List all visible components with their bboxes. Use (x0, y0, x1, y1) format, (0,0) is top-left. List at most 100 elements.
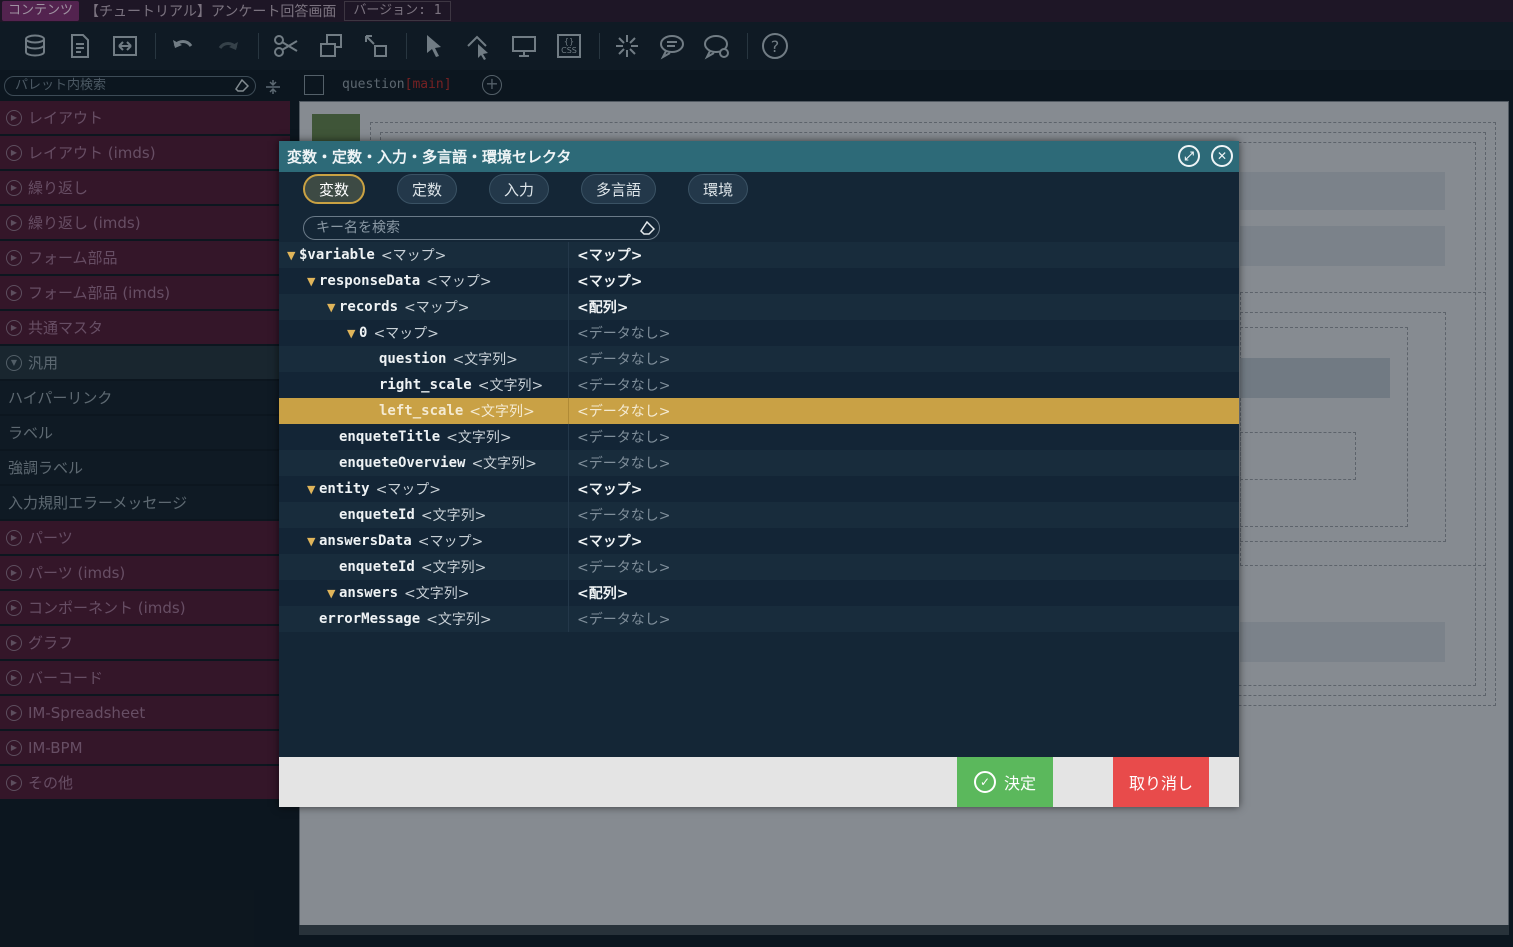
comment-icon[interactable] (655, 29, 689, 63)
palette-category[interactable]: ▶ 繰り返し (imds) (0, 206, 290, 239)
expand-triangle-icon[interactable]: ▼ (307, 535, 319, 548)
palette-category[interactable]: ▶ IM-BPM (0, 731, 290, 764)
palette-category[interactable]: ▶ パーツ (imds) (0, 556, 290, 589)
panel-toggle-icon[interactable] (304, 75, 324, 95)
palette-category[interactable]: ▶ パーツ (0, 521, 290, 554)
variable-tree: ▼ $variable <マップ> <マップ> ▼ responseData <マップ> <マ… (279, 242, 1239, 632)
palette-entry[interactable]: 入力規則エラーメッセージ (0, 486, 290, 519)
tree-row[interactable]: enqueteId <文字列> <データなし> (279, 554, 1239, 580)
selector-tab[interactable]: 環境 (688, 174, 749, 204)
tree-row[interactable]: ▼ answersData <マップ> <マップ> (279, 528, 1239, 554)
tree-value-cell: <データなし> (577, 404, 671, 420)
target-icon[interactable] (462, 29, 496, 63)
selector-tab[interactable]: 定数 (397, 174, 458, 204)
palette-label: ラベル (8, 424, 54, 442)
tree-row[interactable]: errorMessage <文字列> <データなし> (279, 606, 1239, 632)
layout-frame (1240, 432, 1356, 480)
palette-category[interactable]: ▶ コンポーネント (imds) (0, 591, 290, 624)
tree-row[interactable]: ▼ entity <マップ> <マップ> (279, 476, 1239, 502)
expand-triangle-icon[interactable]: ▼ (287, 249, 299, 262)
css-icon[interactable]: CSS{} (552, 29, 586, 63)
palette-entry[interactable]: 強調ラベル (0, 451, 290, 484)
palette-category[interactable]: ▶ レイアウト (0, 101, 290, 134)
tree-row[interactable]: ▼ responseData <マップ> <マップ> (279, 268, 1239, 294)
undo-icon[interactable] (166, 29, 200, 63)
expand-triangle-icon[interactable]: ▼ (307, 275, 319, 288)
expand-triangle-icon[interactable]: ▼ (347, 327, 359, 340)
palette-label: ハイパーリンク (8, 389, 113, 407)
palette-search-input[interactable]: パレット内検索 (4, 76, 256, 96)
tree-row[interactable]: ▼ records <マップ> <配列> (279, 294, 1239, 320)
expand-icon[interactable]: ⤢ (1178, 145, 1200, 167)
palette-category[interactable]: ▶ IM-Spreadsheet (0, 696, 290, 729)
move-icon[interactable] (359, 29, 393, 63)
selector-tabs: 変数 定数 入力 多言語 環境 (303, 174, 780, 204)
database-icon[interactable] (18, 29, 52, 63)
select-icon[interactable] (417, 29, 451, 63)
tree-row[interactable]: left_scale <文字列> <データなし> (279, 398, 1239, 424)
key-search-input[interactable]: キー名を検索 (303, 216, 660, 240)
tree-key-cell: ▼ 0 <マップ> (279, 320, 569, 346)
new-file-icon[interactable] (63, 29, 97, 63)
toolbar-separator (599, 33, 600, 59)
tree-key-name: enqueteOverview (339, 455, 466, 471)
tree-value-cell: <マップ> (577, 482, 643, 498)
palette-category[interactable]: ▶ フォーム部品 (0, 241, 290, 274)
tree-key-cell: ▼ responseData <マップ> (279, 268, 569, 294)
monitor-icon[interactable] (507, 29, 541, 63)
tree-row[interactable]: question <文字列> <データなし> (279, 346, 1239, 372)
palette-search-placeholder: パレット内検索 (15, 78, 107, 93)
close-icon[interactable]: ✕ (1211, 145, 1233, 167)
tree-row[interactable]: right_scale <文字列> <データなし> (279, 372, 1239, 398)
cut-icon[interactable] (269, 29, 303, 63)
palette-category[interactable]: ▶ 共通マスタ (0, 311, 290, 344)
palette-category[interactable]: ▶ 繰り返し (0, 171, 290, 204)
tree-key-type: <文字列> (420, 508, 487, 524)
eraser-icon[interactable] (235, 79, 249, 93)
editor-tab[interactable]: question[main] (342, 77, 452, 92)
expand-triangle-icon[interactable]: ▼ (307, 483, 319, 496)
main-toolbar: CSS{} ? (0, 22, 1513, 70)
help-icon[interactable]: ? (758, 29, 792, 63)
palette-category[interactable]: ▼ 汎用 (0, 346, 290, 379)
tree-key-type: <マップ> (380, 248, 447, 264)
ok-button[interactable]: ✓ 決定 (957, 757, 1053, 807)
toolbar-separator (406, 33, 407, 59)
cancel-button[interactable]: 取り消し (1113, 757, 1209, 807)
palette-category[interactable]: ▶ バーコード (0, 661, 290, 694)
tree-key-cell: ▼ $variable <マップ> (279, 242, 569, 268)
tree-row[interactable]: enqueteOverview <文字列> <データなし> (279, 450, 1239, 476)
collapsed-arrow-icon: ▶ (6, 774, 22, 791)
tab-name: question (342, 77, 405, 92)
palette-category[interactable]: ▶ グラフ (0, 626, 290, 659)
palette-category[interactable]: ▶ レイアウト (imds) (0, 136, 290, 169)
copy-icon[interactable] (314, 29, 348, 63)
add-tab-icon[interactable]: + (482, 75, 502, 95)
palette-entry[interactable]: ハイパーリンク (0, 381, 290, 414)
tree-row[interactable]: ▼ 0 <マップ> <データなし> (279, 320, 1239, 346)
palette-category[interactable]: ▶ その他 (0, 766, 290, 799)
tree-value-cell: <データなし> (577, 378, 671, 394)
canvas-scrollbar[interactable] (299, 925, 1509, 935)
selector-tab[interactable]: 入力 (489, 174, 550, 204)
title-bar: コンテンツ 【チュートリアル】アンケート回答画面 バージョン: 1 (0, 0, 1513, 22)
redo-icon[interactable] (211, 29, 245, 63)
expand-triangle-icon[interactable]: ▼ (327, 301, 339, 314)
tree-row[interactable]: ▼ answers <文字列> <配列> (279, 580, 1239, 606)
swap-icon[interactable] (108, 29, 142, 63)
selector-tab[interactable]: 多言語 (581, 174, 657, 204)
eraser-icon[interactable] (640, 221, 655, 236)
selector-dialog: 変数・定数・入力・多言語・環境セレクタ ⤢ ✕ 変数 定数 入力 多言語 環境 キー名を… (279, 141, 1239, 807)
palette-category[interactable]: ▶ フォーム部品 (imds) (0, 276, 290, 309)
tree-row[interactable]: enqueteTitle <文字列> <データなし> (279, 424, 1239, 450)
tree-row[interactable]: ▼ $variable <マップ> <マップ> (279, 242, 1239, 268)
comment-settings-icon[interactable] (700, 29, 734, 63)
expand-triangle-icon[interactable]: ▼ (327, 587, 339, 600)
palette-entry[interactable]: ラベル (0, 416, 290, 449)
tree-row[interactable]: enqueteId <文字列> <データなし> (279, 502, 1239, 528)
selector-tab[interactable]: 変数 (303, 174, 366, 204)
tree-key-name: $variable (299, 247, 375, 263)
collapse-all-icon[interactable] (264, 78, 282, 96)
spark-icon[interactable] (610, 29, 644, 63)
collapsed-arrow-icon: ▶ (6, 179, 22, 196)
